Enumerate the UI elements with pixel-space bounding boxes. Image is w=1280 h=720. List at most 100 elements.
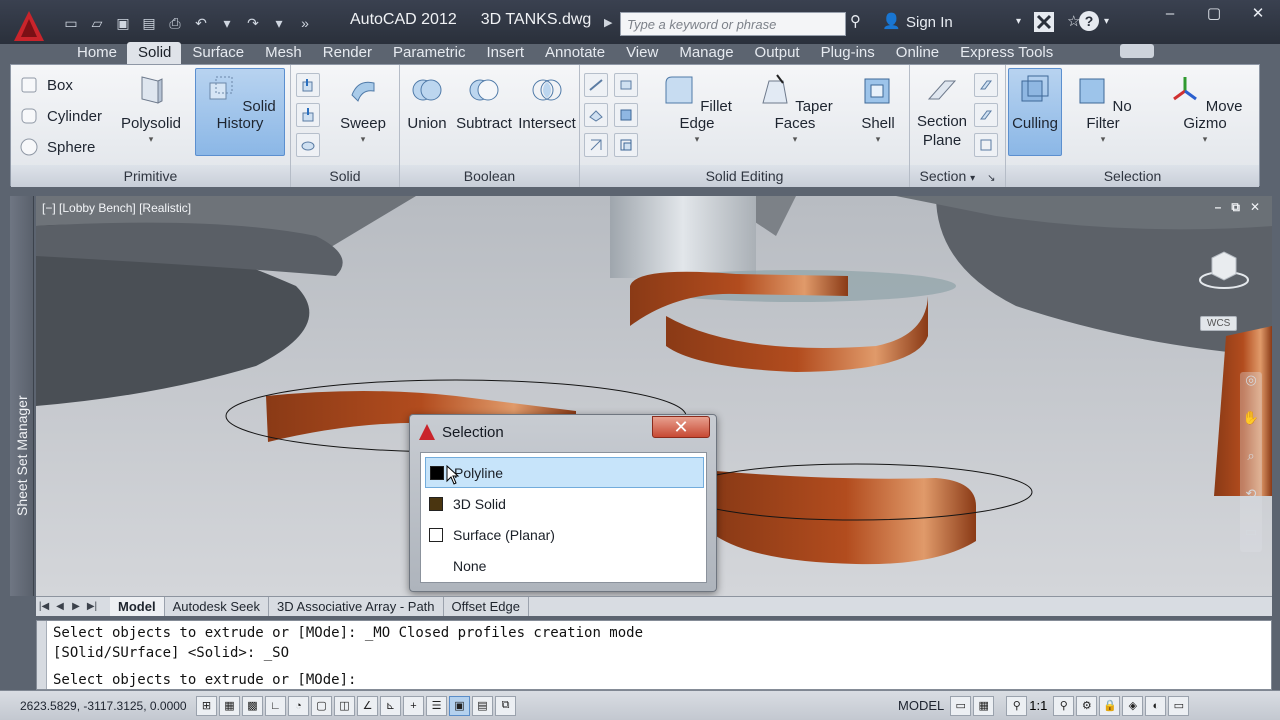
new-file-icon[interactable]: ▭ xyxy=(60,12,82,34)
plot-icon[interactable]: ⎙ xyxy=(164,12,186,34)
generate-section-icon[interactable] xyxy=(974,133,998,157)
annotation-scale-icon[interactable]: ⚲ xyxy=(1053,695,1075,716)
showmotion-icon[interactable]: ▭ xyxy=(1240,524,1262,546)
help-search-input[interactable]: Type a keyword or phrase xyxy=(620,12,846,36)
tab-parametric[interactable]: Parametric xyxy=(382,42,476,64)
binoculars-icon[interactable]: ⚲ xyxy=(850,12,861,30)
polysolid-button[interactable]: Polysolid ▾ xyxy=(106,73,196,145)
presspull-icon[interactable] xyxy=(296,103,320,127)
lock-toolbars-icon[interactable]: 🔒 xyxy=(1099,695,1121,716)
previous-layout-icon[interactable]: ◀ xyxy=(52,601,68,612)
dynamic-ucs-icon[interactable]: ⊾ xyxy=(380,695,401,716)
thicken-icon[interactable] xyxy=(614,73,638,97)
section-dropdown-icon[interactable]: ▾ xyxy=(970,173,975,184)
tab-manage[interactable]: Manage xyxy=(668,42,743,64)
dynamic-input-icon[interactable]: + xyxy=(403,695,424,716)
user-icon[interactable]: 👤 xyxy=(882,12,901,30)
tab-annotate[interactable]: Annotate xyxy=(534,42,615,64)
culling-button[interactable]: Culling xyxy=(1008,68,1062,156)
3d-object-snap-icon[interactable]: ◫ xyxy=(334,695,355,716)
tab-view[interactable]: View xyxy=(615,42,668,64)
isolate-objects-icon[interactable]: ◐ xyxy=(1145,695,1167,716)
extrude-icon[interactable] xyxy=(296,73,320,97)
sweep-button[interactable]: Sweep ▾ xyxy=(331,73,395,145)
wcs-menu[interactable]: WCS xyxy=(1200,316,1238,331)
sign-in-link[interactable]: Sign In xyxy=(906,14,953,31)
open-file-icon[interactable]: ▱ xyxy=(86,12,108,34)
add-jog-icon[interactable] xyxy=(974,103,998,127)
undo-dropdown-icon[interactable]: ▾ xyxy=(216,12,238,34)
box-button[interactable]: Box xyxy=(19,75,73,95)
viewport-restore-icon[interactable]: ⧉ xyxy=(1231,200,1240,215)
tab-insert[interactable]: Insert xyxy=(476,42,535,64)
next-layout-icon[interactable]: ▶ xyxy=(68,601,84,612)
annotation-scale[interactable]: 1:1 xyxy=(1029,698,1047,713)
intersect-button[interactable]: Intersect xyxy=(517,73,577,132)
tab-output[interactable]: Output xyxy=(744,42,810,64)
layout-tab-offset-edge[interactable]: Offset Edge xyxy=(444,597,529,616)
pan-icon[interactable]: ✋ xyxy=(1240,410,1262,432)
cylinder-button[interactable]: Cylinder xyxy=(19,106,102,126)
snap-mode-icon[interactable]: ▦ xyxy=(219,695,240,716)
solid-history-button[interactable]: Solid History xyxy=(195,68,285,156)
layout-tab-3d-associative-array-path[interactable]: 3D Associative Array - Path xyxy=(269,597,444,616)
section-dialog-launcher-icon[interactable]: ↘ xyxy=(987,173,995,184)
slice-icon[interactable] xyxy=(584,73,608,97)
steering-wheel-icon[interactable]: ◎ xyxy=(1240,372,1262,394)
tab-render[interactable]: Render xyxy=(312,42,382,64)
ortho-mode-icon[interactable]: ∟ xyxy=(265,695,286,716)
command-window[interactable]: Select objects to extrude or [MOde]: _MO… xyxy=(36,620,1272,690)
undo-icon[interactable]: ↶ xyxy=(190,12,212,34)
viewport-close-icon[interactable]: ✕ xyxy=(1250,200,1260,215)
viewport-minimize-icon[interactable]: – xyxy=(1215,200,1222,215)
object-snap-tracking-icon[interactable]: ∠ xyxy=(357,695,378,716)
ribbon-minimize-toggle[interactable] xyxy=(1120,44,1154,58)
clean-screen-icon[interactable]: ▭ xyxy=(1168,695,1190,716)
taper-faces-button[interactable]: Taper Faces ▾ xyxy=(750,73,840,145)
viewport-label[interactable]: [−] [Lobby Bench] [Realistic] xyxy=(42,201,191,215)
first-layout-icon[interactable]: |◀ xyxy=(36,601,52,612)
section-plane-button[interactable]: Section Plane xyxy=(912,73,972,150)
separate-icon[interactable] xyxy=(614,103,638,127)
extract-edges-icon[interactable] xyxy=(584,133,608,157)
sign-in-dropdown-icon[interactable]: ▾ xyxy=(1016,16,1021,27)
list-item-surface-planar[interactable]: Surface (Planar) xyxy=(425,519,704,550)
drawing-quick-view-icon[interactable]: ▦ xyxy=(973,695,995,716)
save-as-icon[interactable]: ▤ xyxy=(138,12,160,34)
redo-icon[interactable]: ↷ xyxy=(242,12,264,34)
lineweight-icon[interactable]: ☰ xyxy=(426,695,447,716)
tab-online[interactable]: Online xyxy=(885,42,949,64)
command-prompt[interactable]: Select objects to extrude or [MOde]: xyxy=(53,672,356,688)
infer-constraints-icon[interactable]: ⊞ xyxy=(196,695,217,716)
imprint-icon[interactable] xyxy=(584,103,608,127)
exchange-icon[interactable] xyxy=(1033,11,1055,37)
zoom-icon[interactable]: ⌕ xyxy=(1240,448,1262,470)
dialog-close-button[interactable]: ✕ xyxy=(652,416,710,438)
more-tools-icon[interactable]: » xyxy=(294,12,316,34)
subtract-button[interactable]: Subtract xyxy=(453,73,515,132)
tab-surface[interactable]: Surface xyxy=(181,42,254,64)
help-icon[interactable]: ? xyxy=(1078,10,1100,36)
selection-cycling-icon[interactable]: ⧉ xyxy=(495,695,516,716)
tab-solid[interactable]: Solid xyxy=(127,42,182,64)
polar-tracking-icon[interactable]: ◔ xyxy=(288,695,309,716)
layout-tab-model[interactable]: Model xyxy=(110,597,165,616)
revolve-icon[interactable] xyxy=(296,133,320,157)
model-space-label[interactable]: MODEL xyxy=(898,698,944,713)
shell-button[interactable]: Shell ▾ xyxy=(850,73,906,145)
command-window-grip[interactable] xyxy=(37,621,47,689)
search-expand-icon[interactable]: ▶ xyxy=(604,16,612,29)
maximize-icon[interactable]: ▢ xyxy=(1192,0,1236,26)
no-filter-button[interactable]: No Filter ▾ xyxy=(1068,73,1138,145)
close-window-icon[interactable]: ✕ xyxy=(1236,0,1280,26)
coordinates-readout[interactable]: 2623.5829, -3117.3125, 0.0000 xyxy=(0,699,196,713)
last-layout-icon[interactable]: ▶| xyxy=(84,601,100,612)
tab-express-tools[interactable]: Express Tools xyxy=(949,42,1063,64)
viewcube-icon[interactable] xyxy=(1198,248,1250,292)
workspace-switching-icon[interactable]: ⚙ xyxy=(1076,695,1098,716)
tab-home[interactable]: Home xyxy=(66,42,127,64)
save-icon[interactable]: ▣ xyxy=(112,12,134,34)
redo-dropdown-icon[interactable]: ▾ xyxy=(268,12,290,34)
offset-edge-icon[interactable] xyxy=(614,133,638,157)
layout-tab-autodesk-seek[interactable]: Autodesk Seek xyxy=(165,597,270,616)
